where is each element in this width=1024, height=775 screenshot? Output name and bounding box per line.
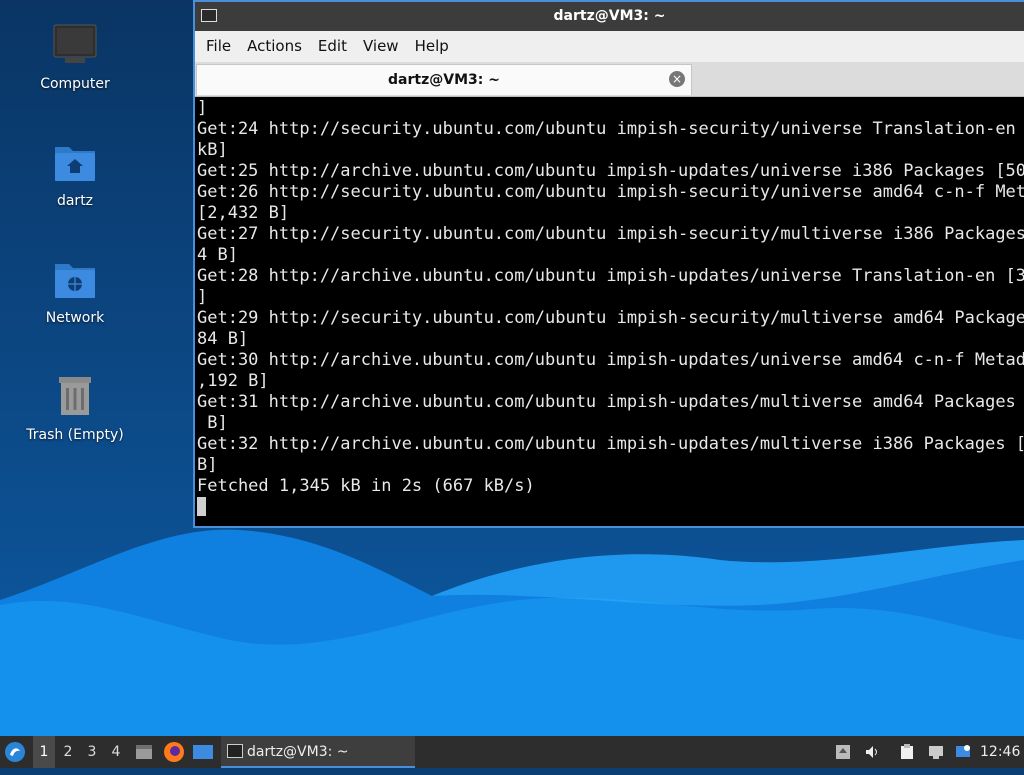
desktop-icon-label: dartz [56, 193, 94, 209]
show-desktop-icon [193, 745, 213, 759]
terminal-line: ] [197, 287, 208, 307]
terminal-cursor [197, 497, 206, 516]
clock[interactable]: 12:46 [980, 736, 1020, 768]
workspace-1[interactable]: 1 [33, 736, 55, 768]
terminal-line: Get:28 http://archive.ubuntu.com/ubuntu … [197, 266, 1024, 286]
terminal-line: Get:25 http://archive.ubuntu.com/ubuntu … [197, 161, 1024, 181]
terminal-window[interactable]: dartz@VM3: ~ File Actions Edit View Help… [193, 0, 1024, 528]
terminal-line: kB] [197, 140, 228, 160]
desktop-icon-trash[interactable]: Trash (Empty) [15, 373, 135, 443]
app-menu-button[interactable] [4, 736, 28, 768]
terminal-line: 4 B] [197, 245, 238, 265]
file-manager-icon [136, 745, 152, 759]
workspace-4[interactable]: 4 [105, 736, 127, 768]
computer-icon [51, 22, 99, 70]
workspace-2[interactable]: 2 [57, 736, 79, 768]
terminal-line: Get:30 http://archive.ubuntu.com/ubuntu … [197, 350, 1024, 370]
terminal-line: ] [197, 98, 208, 118]
window-title: dartz@VM3: ~ [553, 8, 666, 24]
terminal-line: Get:29 http://security.ubuntu.com/ubuntu… [197, 308, 1024, 328]
desktop-icon-computer[interactable]: Computer [15, 22, 135, 92]
menu-actions[interactable]: Actions [239, 31, 310, 62]
lxqt-logo-icon [5, 742, 25, 762]
menu-edit[interactable]: Edit [310, 31, 355, 62]
menu-bar: File Actions Edit View Help [195, 31, 1024, 62]
launcher-firefox[interactable] [163, 736, 185, 768]
terminal-line: Get:26 http://security.ubuntu.com/ubuntu… [197, 182, 1024, 202]
network-folder-icon [51, 256, 99, 304]
terminal-line: B] [207, 413, 228, 433]
terminal-line: Get:27 http://security.ubuntu.com/ubuntu… [197, 224, 1024, 244]
desktop-icon-network[interactable]: Network [15, 256, 135, 326]
firefox-icon [164, 742, 184, 762]
task-label: dartz@VM3: ~ [247, 744, 349, 760]
volume-icon[interactable] [864, 744, 880, 760]
launcher-show-desktop[interactable] [192, 736, 214, 768]
trash-icon [51, 373, 99, 421]
taskbar: 1 2 3 4 dartz@VM3: ~ 12:46 [0, 736, 1024, 768]
terminal-output[interactable]: ] Get:24 http://security.ubuntu.com/ubun… [195, 98, 1024, 526]
workspace-3[interactable]: 3 [81, 736, 103, 768]
menu-view[interactable]: View [355, 31, 407, 62]
terminal-text: ] Get:24 http://security.ubuntu.com/ubun… [195, 98, 1024, 519]
menu-help[interactable]: Help [407, 31, 457, 62]
desktop: Computer dartz Network Trash (Empty) dar… [0, 0, 1024, 736]
updates-icon[interactable] [835, 744, 851, 760]
taskbar-task-terminal[interactable]: dartz@VM3: ~ [221, 736, 415, 768]
terminal-line: B] [197, 455, 218, 475]
terminal-line: Get:24 http://security.ubuntu.com/ubuntu… [197, 119, 1016, 139]
terminal-line: Get:31 http://archive.ubuntu.com/ubuntu … [197, 392, 1016, 412]
launcher-file-manager[interactable] [134, 736, 156, 768]
tab-label: dartz@VM3: ~ [388, 72, 500, 88]
desktop-icon-label: Trash (Empty) [26, 427, 124, 443]
tab-strip: dartz@VM3: ~ × [195, 62, 1024, 97]
clipboard-icon[interactable] [899, 744, 915, 760]
desktop-icon-label: Network [45, 310, 105, 326]
menu-file[interactable]: File [198, 31, 239, 62]
terminal-line: [2,432 B] [197, 203, 290, 223]
home-folder-icon [51, 139, 99, 187]
terminal-line: ,192 B] [197, 371, 269, 391]
terminal-icon [227, 744, 243, 758]
notifications-icon[interactable] [955, 744, 971, 760]
terminal-line: 84 B] [197, 329, 249, 349]
tab-terminal[interactable]: dartz@VM3: ~ × [196, 64, 692, 95]
close-tab-icon[interactable]: × [669, 71, 685, 87]
desktop-icon-label: Computer [40, 76, 110, 92]
desktop-icon-home[interactable]: dartz [15, 139, 135, 209]
window-titlebar[interactable]: dartz@VM3: ~ [195, 2, 1024, 31]
terminal-line: Get:32 http://archive.ubuntu.com/ubuntu … [197, 434, 1024, 454]
network-status-icon[interactable] [928, 744, 944, 760]
terminal-line: Fetched 1,345 kB in 2s (667 kB/s) [197, 476, 535, 496]
